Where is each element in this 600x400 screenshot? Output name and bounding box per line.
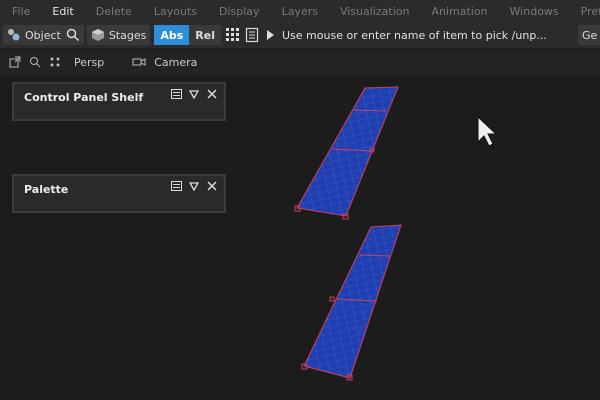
- grid-icon[interactable]: [225, 27, 241, 43]
- search-icon[interactable]: [66, 28, 80, 42]
- object-label: Object: [25, 28, 61, 42]
- object-pick-button[interactable]: Object: [3, 25, 84, 45]
- export-icon[interactable]: [6, 53, 24, 71]
- view-bar: Persp Camera: [0, 49, 600, 75]
- collapse-icon[interactable]: [188, 87, 200, 101]
- rel-toggle[interactable]: Rel: [189, 25, 221, 45]
- control-panel-shelf: Control Panel Shelf: [12, 82, 226, 121]
- toolbar-overflow-label: Ge: [582, 28, 598, 42]
- close-icon[interactable]: [206, 87, 218, 101]
- solar-panel-upper[interactable]: [294, 86, 399, 220]
- menu-delete[interactable]: Delete: [84, 5, 142, 18]
- control-panel-shelf-title: Control Panel Shelf: [24, 91, 144, 104]
- pick-prompt: Use mouse or enter name of item to pick …: [282, 28, 547, 42]
- menu-file[interactable]: File: [0, 5, 40, 18]
- collapse-icon[interactable]: [188, 179, 200, 193]
- stages-button[interactable]: Stages: [86, 25, 151, 45]
- cube-icon: [91, 29, 104, 41]
- menu-layers[interactable]: Layers: [270, 5, 328, 18]
- abs-toggle[interactable]: Abs: [154, 25, 190, 45]
- menu-animation[interactable]: Animation: [419, 5, 497, 18]
- document-icon[interactable]: [245, 27, 259, 43]
- play-icon[interactable]: [266, 29, 276, 41]
- zoom-icon[interactable]: [26, 53, 44, 71]
- mouse-cursor-icon: [477, 115, 498, 147]
- palette-panel: Palette: [12, 174, 226, 213]
- solar-panel-lower[interactable]: [301, 224, 402, 381]
- viewport-canvas[interactable]: [0, 75, 600, 400]
- object-icon: [8, 29, 20, 41]
- menu-icon[interactable]: [170, 179, 182, 193]
- menu-layouts[interactable]: Layouts: [142, 5, 207, 18]
- menu-icon[interactable]: [170, 87, 182, 101]
- tumble-icon[interactable]: [46, 53, 64, 71]
- coordinate-mode-toggle: Abs Rel: [154, 25, 221, 45]
- 3d-viewport[interactable]: Control Panel Shelf Palette: [0, 75, 600, 400]
- menu-display[interactable]: Display: [207, 5, 270, 18]
- pick-toolbar: Object Stages Abs Rel Use mouse or enter…: [0, 22, 600, 49]
- close-icon[interactable]: [206, 179, 218, 193]
- camera-icon: [130, 53, 148, 71]
- menu-edit[interactable]: Edit: [40, 5, 83, 18]
- toolbar-overflow-item[interactable]: Ge: [578, 25, 600, 45]
- menu-windows[interactable]: Windows: [498, 5, 569, 18]
- menu-preferences[interactable]: Preferen: [569, 5, 600, 18]
- camera-label[interactable]: Camera: [154, 56, 197, 69]
- stages-label: Stages: [108, 28, 147, 42]
- palette-title: Palette: [24, 183, 69, 196]
- menu-visualization[interactable]: Visualization: [328, 5, 419, 18]
- menu-bar: File Edit Delete Layouts Display Layers …: [0, 0, 600, 23]
- persp-view-label[interactable]: Persp: [74, 56, 104, 69]
